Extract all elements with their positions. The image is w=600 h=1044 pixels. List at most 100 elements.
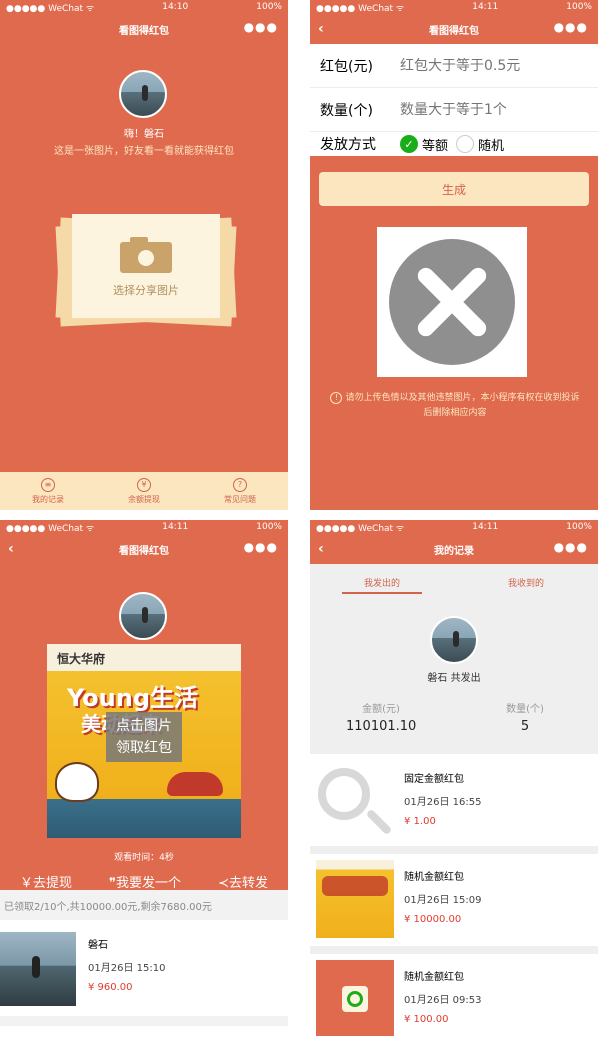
records-panel: 已领取2/10个,共10000.00元,剩余7680.00元 磐石 01月26日… (0, 890, 288, 1040)
record-time: 01月26日 15:09 (404, 895, 482, 906)
carrier-label: ●●●●● WeChat ᯤ (316, 523, 405, 534)
burger-illustration (167, 772, 223, 796)
action-row: ￥去提现 ❞我要发一个 ≺去转发 (0, 872, 288, 891)
generate-button[interactable]: 生成 (319, 172, 589, 206)
form-card: 红包(元) 数量(个) 发放方式 ✓ 等额 随机 (310, 44, 598, 156)
divider (0, 1016, 288, 1026)
back-icon[interactable]: ‹ (318, 21, 324, 37)
record-title: 固定金额红包 (404, 774, 464, 785)
summary-bar: 已领取2/10个,共10000.00元,剩余7680.00元 (0, 890, 288, 920)
choose-image-label: 选择分享图片 (113, 284, 179, 297)
divider (310, 946, 598, 954)
more-icon[interactable]: ●●● (554, 20, 588, 34)
status-bar: ●●●●● WeChat ᯤ 14:11 100% (310, 0, 598, 14)
list-item[interactable]: 随机金额红包 01月26日 15:09 ¥ 10000.00 (310, 854, 598, 946)
tab-label: 常见问题 (224, 494, 256, 504)
amount-row: 红包(元) (310, 44, 598, 88)
camera-icon (120, 237, 172, 273)
greeting-text: 嗨！磐石 (124, 129, 164, 140)
count-label: 数量(个) (506, 704, 544, 715)
nav-bar: 看图得红包 ●●● (0, 14, 288, 44)
preview-image[interactable] (377, 227, 527, 377)
check-icon: ✓ (400, 135, 418, 153)
list-item[interactable]: 固定金额红包 01月26日 16:55 ¥ 1.00 (310, 756, 598, 846)
amount-input[interactable] (400, 57, 580, 74)
count-value: 5 (520, 719, 530, 734)
send-one-link[interactable]: ❞我要发一个 (109, 872, 181, 891)
clock-label: 14:11 (162, 522, 189, 532)
record-time: 01月26日 15:10 (88, 963, 166, 974)
more-icon[interactable]: ●●● (244, 540, 278, 554)
chef-illustration (55, 762, 99, 802)
record-avatar (0, 932, 76, 1006)
question-icon: ? (233, 477, 247, 492)
clock-label: 14:10 (162, 2, 189, 12)
carrier-label: ●●●●● WeChat ᯤ (6, 523, 95, 534)
carrier-label: ●●●●● WeChat ᯤ (6, 3, 95, 14)
warning-text: 请勿上传色情以及其他违禁图片，本小程序有权在收到投诉后删除相应内容 (345, 393, 580, 418)
overlay-line1: 点击图片 (116, 718, 172, 734)
info-icon: ! (330, 392, 343, 404)
tab-bar: ≡ 我的记录 ¥ 余额提现 ? 常见问题 (0, 472, 288, 510)
method-row: 发放方式 ✓ 等额 随机 (310, 132, 598, 156)
record-amount: ¥ 960.00 (88, 982, 133, 993)
count-row: 数量(个) (310, 88, 598, 132)
page-title: 我的记录 (434, 545, 474, 557)
tab-label: 我发出的 (363, 578, 400, 589)
tab-faq[interactable]: ? 常见问题 (224, 477, 256, 505)
amount-value: 110101.10 (346, 719, 417, 734)
list-item[interactable]: 随机金额红包 01月26日 09:53 ¥ 100.00 (310, 954, 598, 1040)
count-input[interactable] (400, 101, 580, 118)
record-time: 01月26日 09:53 (404, 995, 482, 1006)
radio-label: 等额 (422, 138, 449, 154)
count-label: 数量(个) (320, 102, 373, 119)
hint-text: 这是一张图片，好友看一看就能获得红包 (54, 146, 234, 157)
tab-sent[interactable]: 我发出的 (310, 576, 454, 594)
clock-label: 14:11 (472, 522, 499, 532)
record-amount: ¥ 1.00 (404, 816, 436, 827)
yuan-icon: ¥ (137, 477, 151, 492)
status-bar: ●●●●● WeChat ᯤ 14:10 100% (0, 0, 288, 14)
nav-bar: ‹ 看图得红包 ●●● (310, 14, 598, 44)
screen-records: ●●●●● WeChat ᯤ 14:11 100% ‹ 我的记录 ●●● 我发出… (310, 520, 598, 1040)
radio-random[interactable]: 随机 (456, 135, 504, 154)
more-icon[interactable]: ●●● (244, 20, 278, 34)
tab-received[interactable]: 我收到的 (454, 576, 598, 589)
back-icon[interactable]: ‹ (318, 541, 324, 557)
amount-label: 红包(元) (320, 58, 373, 75)
record-title: 随机金额红包 (404, 872, 464, 883)
radio-equal[interactable]: ✓ 等额 (400, 135, 448, 154)
warning-block: ! 请勿上传色情以及其他违禁图片，本小程序有权在收到投诉后删除相应内容 (330, 391, 580, 421)
screenshot-thumbnail (316, 960, 394, 1036)
status-bar: ●●●●● WeChat ᯤ 14:11 100% (310, 520, 598, 534)
carrier-label: ●●●●● WeChat ᯤ (316, 3, 405, 14)
withdraw-link[interactable]: ￥去提现 (20, 872, 72, 891)
overlay-line2: 领取红包 (116, 740, 172, 756)
poster-brand: 恒大华府 (57, 652, 106, 666)
screen-view: ●●●●● WeChat ᯤ 14:11 100% ‹ 看图得红包 ●●● 恒大… (0, 520, 288, 1040)
tab-my-records[interactable]: ≡ 我的记录 (32, 477, 64, 505)
tab-withdraw[interactable]: ¥ 余额提现 (128, 477, 160, 505)
claim-overlay[interactable]: 点击图片 领取红包 (106, 712, 182, 762)
back-icon[interactable]: ‹ (8, 541, 14, 557)
poster-thumbnail (316, 860, 394, 938)
tab-label: 我的记录 (32, 494, 64, 504)
amount-label: 金额(元) (362, 704, 400, 715)
page-title: 看图得红包 (119, 25, 169, 37)
page-title: 看图得红包 (429, 25, 479, 37)
choose-image-card[interactable]: 选择分享图片 (55, 212, 237, 327)
tab-label: 我收到的 (507, 578, 544, 589)
broken-image-icon (389, 239, 515, 365)
divider (310, 846, 598, 854)
avatar (430, 616, 478, 664)
radio-circle-icon (456, 135, 475, 153)
avatar (119, 592, 167, 640)
share-link[interactable]: ≺去转发 (218, 872, 268, 891)
nav-bar: ‹ 看图得红包 ●●● (0, 534, 288, 564)
record-title: 随机金额红包 (404, 972, 464, 983)
clock-label: 14:11 (472, 2, 499, 12)
list-item: 磐石 01月26日 15:10 ¥ 960.00 (0, 920, 288, 1016)
records-list: 固定金额红包 01月26日 16:55 ¥ 1.00 随机金额红包 01月26日… (310, 756, 598, 1040)
more-icon[interactable]: ●●● (554, 540, 588, 554)
record-amount: ¥ 100.00 (404, 1014, 449, 1025)
